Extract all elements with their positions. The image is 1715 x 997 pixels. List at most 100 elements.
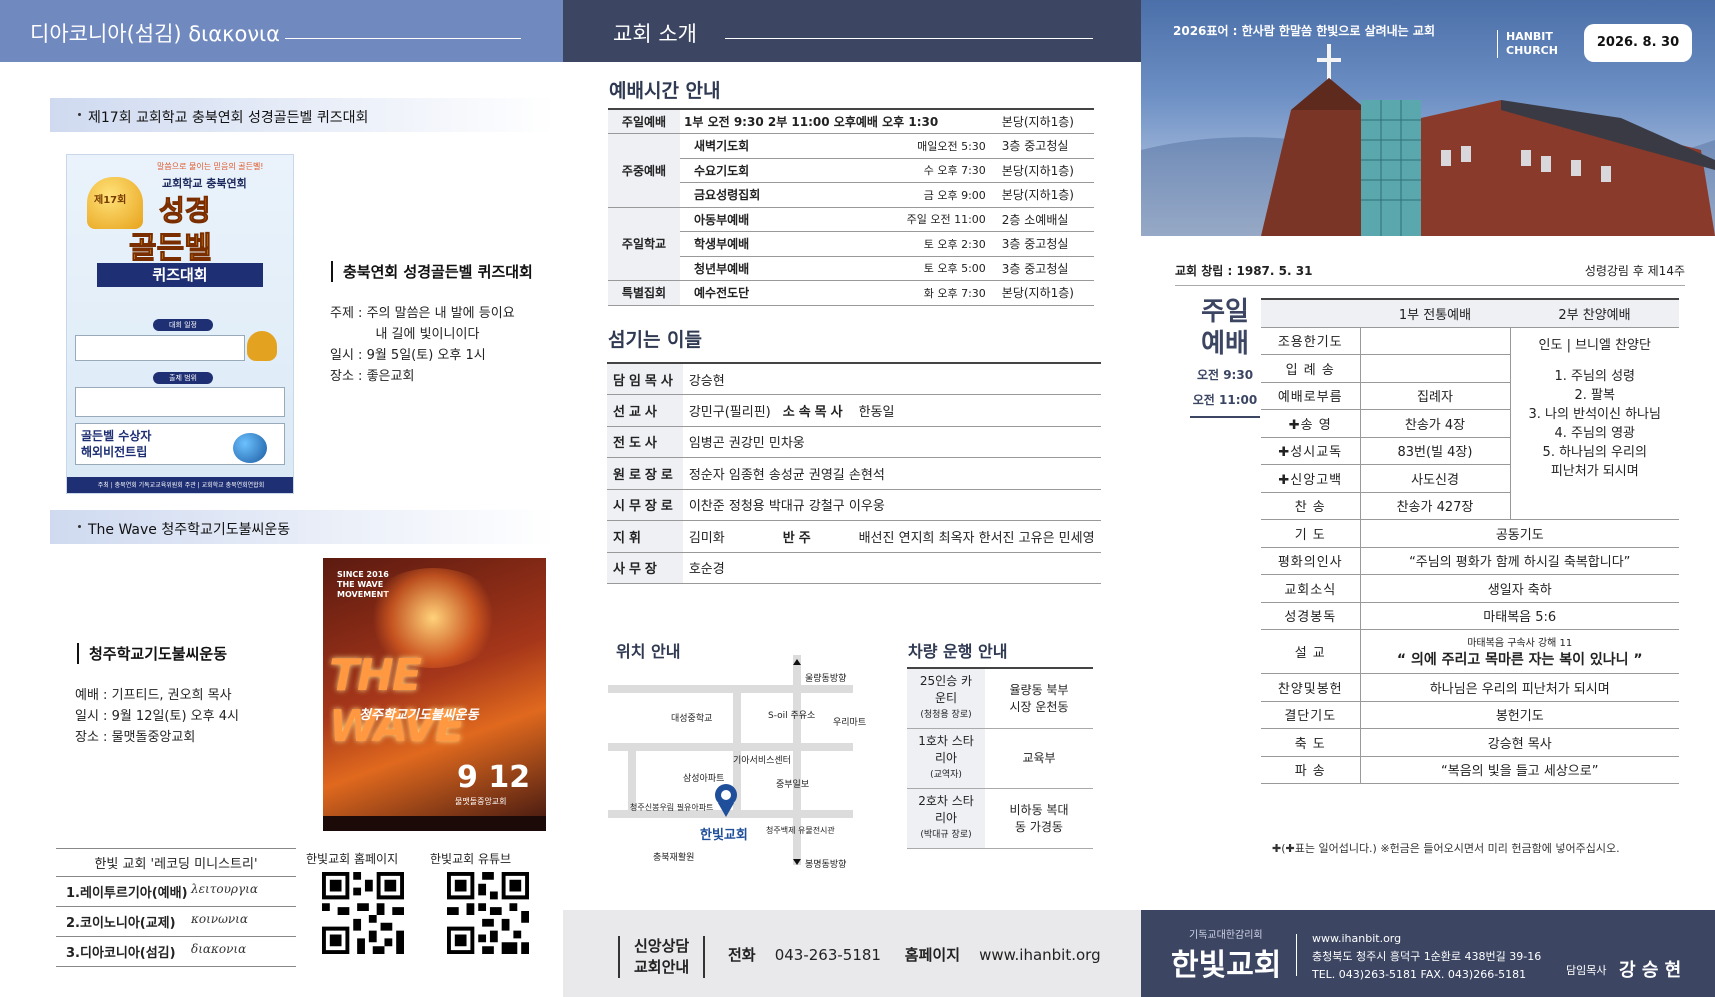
worship-category: 주일예배 [608, 108, 680, 134]
event1-heading: 충북연회 성경골든벨 퀴즈대회 [331, 261, 533, 282]
bus-row: 2호차 스타리아 (박대규 장로) 비하동 복대동 가경동 [907, 788, 1093, 849]
map-label: 봉명동방향 [805, 858, 846, 870]
worship-row: 청년부예배 토 오후 5:00 3층 중고청실 [608, 256, 1094, 281]
bus-vehicle: 25인승 카운티 (청청용 장로) [907, 667, 985, 729]
staff-title: 섬기는 이들 [608, 329, 703, 351]
staff-role: 시무장로 [607, 489, 683, 521]
order-row: 파 송 “복음의 빛을 들고 세상으로” [1261, 756, 1679, 784]
event2-line: 예배 : 기프티드, 권오희 목사 [75, 688, 232, 703]
staff-names: 강승현 [682, 362, 1101, 395]
sermon-row: 설 교 마태복음 구속사 강해 11 “ 의에 주리고 목마른 자는 복이 있나니 … [1261, 629, 1679, 674]
qr-homepage-label: 한빛교회 홈페이지 [306, 852, 399, 866]
order-item: 교회소식 [1261, 574, 1360, 603]
praise-item: 2. 팔복 [1574, 387, 1615, 403]
staff-names: 강민구(필리핀) [682, 394, 777, 427]
order-value: “복음의 빛을 들고 세상으로” [1359, 756, 1679, 784]
bus-vehicle-name: 25인승 카운티 [919, 674, 973, 705]
footer-address: 충청북도 청주시 흥덕구 1순환로 438번길 39-16 [1312, 950, 1542, 963]
staff-row: 시무장로 이찬준 정청용 박대규 강철구 이우웅 [607, 489, 1101, 521]
poster-schedule: 대회 일정 [153, 319, 213, 331]
ministry-table: 한빛 교회 '레코딩 미니스트리' 1.레이투르기아(예배) λειτουργια… [56, 848, 296, 967]
map-label: 충북재활원 [653, 851, 694, 863]
map-label: 울량동방향 [805, 672, 846, 684]
footer-divider [1296, 934, 1297, 976]
service-underline [1190, 416, 1260, 418]
map-label: 기아서비스센터 [733, 755, 791, 766]
worship-name: 금요성령집회 [680, 182, 833, 208]
footer-web[interactable]: www.ihanbit.org [1312, 930, 1541, 948]
order-row: 축 도 강승현 목사 [1261, 728, 1679, 757]
pastor-label: 담임목사 [1566, 964, 1607, 977]
ministry-greek: διακονια [191, 942, 247, 956]
church-logo-name: 한빛교회 [1171, 948, 1282, 983]
order-value: 사도신경 [1359, 464, 1510, 493]
order-value: 하나님은 우리의 피난처가 되시며 [1359, 673, 1679, 702]
event1-line: 일시 : 9월 5일(토) 오후 1시 [330, 348, 486, 363]
worship-place: 3층 중고청실 [989, 256, 1094, 281]
map-label: 우리마트 [833, 717, 866, 728]
worship-row: 특별집회 예수전도단 화 오후 7:30 본당(지하1층) [608, 280, 1094, 306]
worship-place: 본당(지하1층) [989, 158, 1094, 183]
order-item: 성경봉독 [1261, 602, 1360, 630]
order-value: 찬송가 427장 [1359, 492, 1510, 520]
worship-row: 금요성령집회 금 오후 9:00 본당(지하1층) [608, 182, 1094, 208]
annual-motto: 2026표어 : 한사람 한말씀 한빛으로 살려내는 교회 [1173, 24, 1435, 38]
worship-row: 수요기도회 수 오후 7:30 본당(지하1층) [608, 158, 1094, 183]
staff-role: 선교사 [607, 394, 683, 427]
wave-poster: SINCE 2016 THE WAVE MOVEMENT THE WAVE 청주… [323, 558, 546, 831]
event2-heading: 청주학교기도불씨운동 [77, 643, 227, 664]
contact-info: 전화 043-263-5181 홈페이지 www.ihanbit.org [728, 944, 1101, 965]
location-map[interactable]: 울량동방향 대성중학교 S-oil 주유소 우리마트 기아서비스센터 삼성아파트… [608, 655, 878, 875]
poster-edition: 제17회 [94, 195, 127, 206]
staff-role: 소속목사 [776, 394, 853, 427]
web-link[interactable]: www.ihanbit.org [979, 946, 1101, 964]
ministry-ko: 3.디아코니아(섬김) [66, 946, 176, 961]
worship-place: 3층 중고청실 [989, 231, 1094, 257]
order-item: 기 도 [1261, 519, 1360, 548]
service-time-2: 오전 11:00 [1192, 393, 1258, 407]
staff-role: 반주 [776, 520, 853, 553]
bus-driver: (교역자) [930, 770, 962, 780]
staff-row: 사무장 호순경 [607, 552, 1101, 584]
poster-title-2: 골든벨 [129, 231, 213, 267]
map-label: S-oil 주유소 [768, 710, 815, 721]
worship-row: 주중예배 새벽기도회 매일오전 5:30 3층 중고청실 [608, 133, 1094, 208]
order-item: 결단기도 [1261, 701, 1360, 729]
bulletin-date: 2026. 8. 30 [1584, 24, 1692, 62]
order-value: 생일자 축하 [1359, 574, 1679, 603]
bus-route: 교육부 [985, 728, 1093, 789]
staff-role: 원로장로 [607, 457, 683, 490]
bus-route: 율량동 북부시장 운천동 [985, 667, 1093, 729]
worship-name: 새벽기도회 [680, 133, 833, 159]
order-value: 83번(빌 4장) [1359, 437, 1510, 465]
phone-number[interactable]: 043-263-5181 [775, 946, 881, 964]
poster2-big: THE WAVE [329, 650, 465, 752]
worship-category: 특별집회 [608, 280, 680, 306]
event1-info: 주제 : 주의 말씀은 내 발에 등이요 내 길에 빛이니이다 일시 : 9월 … [330, 303, 515, 387]
worship-name: 청년부예배 [680, 256, 833, 281]
sermon-reference: 마태복음 구속사 강해 11 [1467, 638, 1573, 649]
globe-icon [233, 433, 267, 463]
staff-names: 호순경 [682, 552, 1101, 584]
qr-youtube-icon[interactable] [447, 872, 529, 954]
map-label: 중부일보 [776, 779, 809, 790]
staff-names: 정순자 임종현 송성균 권영길 손현석 [682, 457, 1101, 490]
worship-name: 수요기도회 [680, 158, 833, 183]
bus-vehicle: 1호차 스타리아 (교역자) [907, 728, 985, 789]
qr-homepage-icon[interactable] [322, 872, 404, 954]
staff-names: 김미화 [682, 520, 777, 553]
map-label: 청주백제 유물전시관 [766, 825, 835, 835]
header-title: 디아코니아(섬김) διακονια [30, 22, 281, 46]
ministry-ko: 1.레이투르기아(예배) [66, 886, 188, 901]
poster2-footer-bar [323, 816, 546, 831]
section-band-goldenbell: 제17회 교회학교 충북연회 성경골든벨 퀴즈대회 [50, 98, 555, 132]
service-title-1: 주일 [1201, 297, 1249, 327]
order-value: 마태복음 5:6 [1359, 602, 1679, 630]
qr-youtube-label: 한빛교회 유튜브 [430, 852, 512, 866]
panel-church-intro: 교회 소개 예배시간 안내 주일예배 1부 오전 9:30 2부 11:00 오후… [563, 0, 1141, 997]
section-band-title: 제17회 교회학교 충북연회 성경골든벨 퀴즈대회 [88, 110, 369, 126]
section-header: 디아코니아(섬김) διακονια [0, 0, 563, 62]
poster-tagline: 말씀으로 물이는 믿음의 골든벨! [157, 162, 264, 171]
event1-line: 내 길에 빛이니이다 [330, 327, 480, 342]
poster-range-box [75, 387, 285, 417]
